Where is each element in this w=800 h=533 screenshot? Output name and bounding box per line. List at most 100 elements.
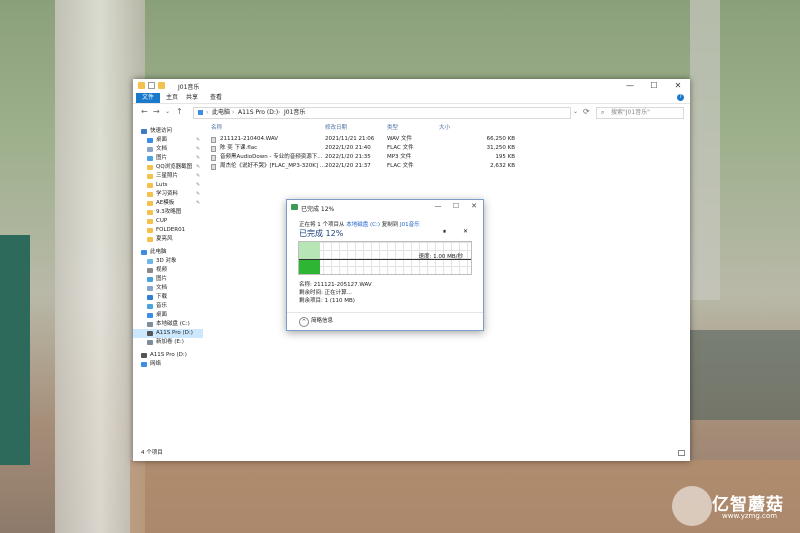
file-icon: [211, 146, 216, 152]
copy-progress-dialog: 已完成 12% — ☐ ✕ 正在将 1 个项目从 本地磁盘 (C:) 复制到 J…: [286, 199, 484, 331]
sidebar-item-label: FOLDER01: [156, 227, 186, 233]
breadcrumb-this-pc[interactable]: 此电脑: [212, 108, 230, 118]
file-row[interactable]: 211121-210404.WAV 2021/11/21 21:06 WAV 文件 6…: [205, 135, 515, 144]
sidebar-item[interactable]: 三星照片 ✎: [133, 172, 203, 181]
status-bar: 4 个项目: [133, 448, 690, 458]
dialog-close-button[interactable]: ✕: [465, 200, 483, 212]
source-link[interactable]: 本地磁盘 (C:): [346, 222, 380, 228]
minimize-button[interactable]: —: [618, 79, 642, 93]
sidebar-item-label: 文档: [156, 285, 168, 291]
sidebar-item[interactable]: 9.3攻略图: [133, 208, 203, 217]
file-row[interactable]: 音频黑AudioDown - 专业的音频资源下... 2022/1/20 21:3…: [205, 153, 515, 162]
sidebar-item[interactable]: A11S Pro (D:): [133, 351, 203, 360]
sidebar-item[interactable]: 桌面 ✎: [133, 136, 203, 145]
sidebar-item[interactable]: 图片 ✎: [133, 154, 203, 163]
file-date: 2022/1/20 21:35: [325, 154, 371, 160]
sidebar-item[interactable]: 网络: [133, 360, 203, 369]
close-button[interactable]: ✕: [666, 79, 690, 93]
pin-icon: ✎: [196, 155, 201, 161]
sidebar-item-label: QQ浏览器截图: [156, 164, 193, 170]
breadcrumb-folder[interactable]: J01音乐: [284, 108, 305, 118]
file-type: WAV 文件: [387, 136, 413, 142]
search-box[interactable]: ⌕ 搜索"J01音乐": [596, 107, 684, 119]
sidebar-item[interactable]: QQ浏览器截图 ✎: [133, 163, 203, 172]
maximize-button[interactable]: ☐: [642, 79, 666, 93]
sidebar-item[interactable]: 3D 对象: [133, 257, 203, 266]
cancel-copy-button[interactable]: ✕: [463, 228, 468, 235]
dialog-maximize-button[interactable]: ☐: [447, 200, 465, 212]
sidebar-item[interactable]: 新加卷 (E:): [133, 338, 203, 347]
tab-share[interactable]: 共享: [181, 93, 203, 103]
forward-button[interactable]: →: [153, 105, 160, 119]
sidebar-item[interactable]: 快速访问: [133, 127, 203, 136]
file-icon: [211, 155, 216, 161]
column-header-name[interactable]: 名称: [211, 123, 222, 133]
pin-icon: ✎: [196, 200, 201, 206]
background-tree-trunk-right: [690, 0, 720, 300]
sidebar-item[interactable]: 文档: [133, 284, 203, 293]
speed-bar: [299, 259, 320, 274]
details-view-icon[interactable]: [678, 450, 685, 456]
tab-home[interactable]: 主页: [161, 93, 183, 103]
column-header-type[interactable]: 类型: [387, 123, 398, 133]
sidebar-item[interactable]: 音乐: [133, 302, 203, 311]
progress-heading: 已完成 12%: [299, 229, 344, 238]
help-icon[interactable]: ?: [677, 94, 684, 101]
sidebar-item[interactable]: 夏亮风: [133, 235, 203, 244]
sidebar-item[interactable]: 图片: [133, 275, 203, 284]
dialog-minimize-button[interactable]: —: [429, 200, 447, 212]
up-button[interactable]: ↑: [176, 105, 183, 119]
sidebar-item[interactable]: 本地磁盘 (C:): [133, 320, 203, 329]
computer-icon: [198, 110, 203, 115]
progress-graph: 速度: 1.00 MB/秒: [298, 241, 472, 275]
sidebar-item[interactable]: Luts ✎: [133, 181, 203, 190]
sidebar-item[interactable]: CUP: [133, 217, 203, 226]
new-folder-icon[interactable]: [158, 82, 165, 89]
file-row[interactable]: 陈 奕 下课.flac 2022/1/20 21:40 FLAC 文件 31,250 …: [205, 144, 515, 153]
file-type: MP3 文件: [387, 154, 412, 160]
sidebar-item[interactable]: 学习资料 ✎: [133, 190, 203, 199]
refresh-icon[interactable]: ⟳: [583, 107, 590, 117]
address-dropdown-icon[interactable]: ⌄: [573, 107, 578, 117]
address-row: ← → ⌄ ↑ › 此电脑 › A11S Pro (D:) › J01音乐 ⌄ …: [133, 105, 690, 119]
pin-icon: ✎: [196, 173, 201, 179]
sidebar-item-label: 音乐: [156, 303, 168, 309]
file-name: 周杰伦《说好不哭》[FLAC_MP3-320K] ...: [220, 163, 326, 169]
tab-file[interactable]: 文件: [136, 93, 161, 103]
breadcrumb-drive[interactable]: A11S Pro (D:): [238, 108, 278, 118]
sidebar-item-label: Luts: [156, 182, 168, 188]
sidebar-item-icon: [147, 138, 153, 143]
sidebar-item-label: 图片: [156, 276, 168, 282]
sidebar-item[interactable]: FOLDER01: [133, 226, 203, 235]
sidebar-item-icon: [147, 295, 153, 300]
watermark-url: www.yzmg.com: [722, 512, 778, 520]
folder-icon: [138, 82, 145, 89]
properties-icon[interactable]: [148, 82, 155, 89]
sidebar-item-icon: [147, 165, 153, 170]
sidebar-item-label: 快速访问: [150, 128, 173, 134]
sidebar-item[interactable]: 视频: [133, 266, 203, 275]
sidebar-item-icon: [147, 183, 153, 188]
file-row[interactable]: 周杰伦《说好不哭》[FLAC_MP3-320K] ... 2022/1/20 21…: [205, 162, 515, 171]
sidebar-item[interactable]: 此电脑: [133, 248, 203, 257]
sidebar-item[interactable]: 桌面: [133, 311, 203, 320]
sidebar-item[interactable]: AE模板 ✎: [133, 199, 203, 208]
tab-view[interactable]: 查看: [205, 93, 227, 103]
sidebar-item[interactable]: 文档 ✎: [133, 145, 203, 154]
sidebar-item-label: 此电脑: [150, 249, 167, 255]
back-button[interactable]: ←: [141, 105, 148, 119]
column-header-date[interactable]: 修改日期: [325, 123, 347, 133]
address-bar[interactable]: › 此电脑 › A11S Pro (D:) › J01音乐: [193, 107, 571, 119]
sidebar-item-label: A11S Pro (D:): [150, 352, 187, 358]
sidebar-item[interactable]: 下载: [133, 293, 203, 302]
pause-button[interactable]: ⏸: [443, 228, 446, 236]
destination-link[interactable]: J01音乐: [400, 222, 420, 228]
background-post: [0, 235, 30, 465]
sidebar-item[interactable]: A11S Pro (D:): [133, 329, 203, 338]
recent-locations-button[interactable]: ⌄: [165, 105, 170, 119]
sidebar-item-icon: [141, 362, 147, 367]
details-toggle[interactable]: ^ 简略信息: [287, 312, 483, 331]
pin-icon: ✎: [196, 137, 201, 143]
sidebar-item-icon: [147, 268, 153, 273]
column-header-size[interactable]: 大小: [439, 123, 450, 133]
